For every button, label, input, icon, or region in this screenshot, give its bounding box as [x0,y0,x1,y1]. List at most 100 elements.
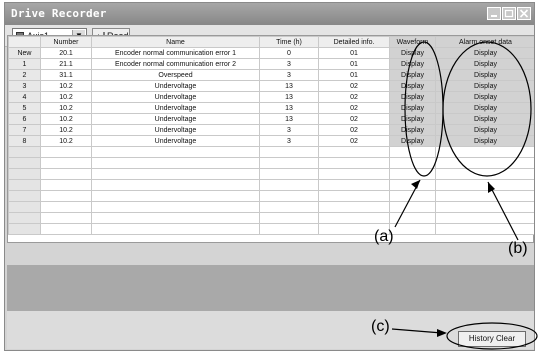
waveform-display-button[interactable]: Display [389,47,436,59]
empty-cell [435,223,534,235]
table-cell-name-col: Encoder normal communication error 1 [91,47,260,59]
empty-cell [40,190,92,202]
table-cell-number-col: 21.1 [40,58,92,70]
table-cell-number-col: 10.2 [40,80,92,92]
close-icon [519,9,529,18]
history-clear-label: History Clear [468,334,516,343]
waveform-display-button[interactable]: Display [389,124,436,136]
row-header: 4 [8,91,41,103]
table-cell-detail-col: 02 [318,124,390,136]
waveform-display-button[interactable]: Display [389,91,436,103]
table-cell-number-col: 10.2 [40,135,92,147]
empty-cell [259,146,319,158]
row-header [8,190,41,202]
empty-cell [318,157,390,169]
waveform-display-button[interactable]: Display [389,80,436,92]
empty-cell [389,201,436,213]
waveform-display-button[interactable]: Display [389,102,436,114]
table-cell-time-col: 13 [259,80,319,92]
empty-cell [389,146,436,158]
close-button[interactable] [517,7,531,20]
table-cell-detail-col: 02 [318,135,390,147]
history-clear-button[interactable]: History Clear [458,331,526,347]
empty-table-row [8,223,534,235]
table-cell-name-col: Undervoltage [91,91,260,103]
table-row[interactable]: 1 21.1 Encoder normal communication error … [8,58,534,70]
table-cell-detail-col: 02 [318,80,390,92]
waveform-display-button[interactable]: Display [389,113,436,125]
column-header-waveform-col: Waveform [389,36,436,48]
table-row[interactable]: 6 10.2 Undervoltage 13 02 Display Display [8,113,534,125]
row-header: 3 [8,80,41,92]
column-header-detail-col: Detailed info. [318,36,390,48]
waveform-display-button[interactable]: Display [389,58,436,70]
table-cell-time-col: 13 [259,91,319,103]
table-cell-detail-col: 02 [318,91,390,103]
empty-cell [91,190,260,202]
empty-cell [389,157,436,169]
column-header-alarm-onset-col: Alarm onset data [435,36,534,48]
empty-cell [435,146,534,158]
window-title: Drive Recorder [11,7,107,20]
table-cell-time-col: 3 [259,124,319,136]
table-cell-time-col: 0 [259,47,319,59]
empty-cell [91,146,260,158]
alarm-onset-display-button[interactable]: Display [435,80,534,92]
table-cell-number-col: 31.1 [40,69,92,81]
callout-a-label: (a) [374,228,394,245]
table-cell-detail-col: 02 [318,113,390,125]
table-row[interactable]: 2 31.1 Overspeed 3 01 Display Display [8,69,534,81]
alarm-onset-display-button[interactable]: Display [435,135,534,147]
row-header: 7 [8,124,41,136]
empty-table-row [8,146,534,158]
waveform-display-button[interactable]: Display [389,135,436,147]
empty-cell [259,157,319,169]
alarm-onset-display-button[interactable]: Display [435,91,534,103]
empty-cell [40,201,92,213]
alarm-onset-display-button[interactable]: Display [435,113,534,125]
alarm-onset-display-button[interactable]: Display [435,69,534,81]
column-header-row-header-col [8,36,41,48]
table-cell-number-col: 20.1 [40,47,92,59]
table-cell-detail-col: 02 [318,102,390,114]
waveform-display-button[interactable]: Display [389,69,436,81]
title-bar: Drive Recorder [5,3,534,25]
table-row[interactable]: 5 10.2 Undervoltage 13 02 Display Display [8,102,534,114]
table-cell-number-col: 10.2 [40,102,92,114]
table-row[interactable]: 4 10.2 Undervoltage 13 02 Display Display [8,91,534,103]
alarm-onset-display-button[interactable]: Display [435,124,534,136]
row-header: 8 [8,135,41,147]
empty-cell [435,179,534,191]
table-cell-number-col: 10.2 [40,113,92,125]
empty-cell [318,190,390,202]
alarm-onset-display-button[interactable]: Display [435,47,534,59]
empty-cell [318,179,390,191]
table-row[interactable]: New 20.1 Encoder normal communication erro… [8,47,534,59]
empty-cell [259,212,319,224]
row-header [8,157,41,169]
row-header: New [8,47,41,59]
table-header-row: Number Name Time (h) Detailed info. Waveform… [8,36,534,48]
empty-table-row [8,179,534,191]
empty-cell [318,146,390,158]
table-row[interactable]: 7 10.2 Undervoltage 3 02 Display Display [8,124,534,136]
table-cell-number-col: 10.2 [40,124,92,136]
alarm-onset-display-button[interactable]: Display [435,102,534,114]
grid-lower-panel [7,265,534,311]
empty-cell [259,190,319,202]
minimize-button[interactable] [487,7,501,20]
empty-cell [40,223,92,235]
empty-table-row [8,168,534,180]
empty-cell [435,201,534,213]
empty-cell [389,223,436,235]
row-header: 1 [8,58,41,70]
bottom-panel [7,311,534,349]
maximize-button[interactable] [502,7,516,20]
alarm-onset-display-button[interactable]: Display [435,58,534,70]
table-row[interactable]: 8 10.2 Undervoltage 3 02 Display Display [8,135,534,147]
empty-cell [389,179,436,191]
table-cell-detail-col: 01 [318,47,390,59]
table-cell-time-col: 13 [259,102,319,114]
table-row[interactable]: 3 10.2 Undervoltage 13 02 Display Display [8,80,534,92]
empty-cell [91,201,260,213]
